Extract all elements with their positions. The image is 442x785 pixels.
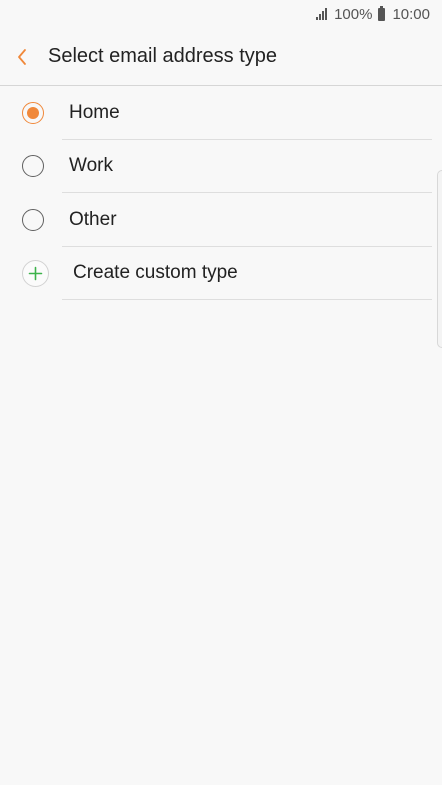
create-custom-type[interactable]: Create custom type [0, 247, 442, 300]
create-custom-label: Create custom type [73, 262, 238, 284]
page-title: Select email address type [48, 45, 278, 67]
chevron-left-icon [18, 48, 26, 65]
type-list: Home Work Other Create custom type [0, 86, 442, 300]
option-work[interactable]: Work [0, 140, 442, 193]
signal-icon [316, 8, 328, 20]
option-other[interactable]: Other [0, 193, 442, 247]
radio-selected-dot [27, 106, 39, 119]
radio-home[interactable] [22, 101, 44, 124]
battery-icon [378, 5, 386, 21]
edge-panel-handle[interactable] [437, 170, 442, 348]
status-time: 10:00 [392, 5, 430, 23]
divider [62, 299, 432, 300]
plus-icon [28, 266, 43, 281]
radio-work[interactable] [22, 155, 44, 178]
status-bar: 100% 10:00 [0, 0, 442, 28]
option-home[interactable]: Home [0, 86, 442, 140]
option-label-work: Work [69, 155, 113, 177]
back-button[interactable] [0, 28, 44, 86]
app-bar: Select email address type [0, 28, 442, 86]
option-label-other: Other [69, 208, 117, 230]
option-label-home: Home [69, 101, 120, 123]
radio-other[interactable] [22, 208, 44, 231]
add-custom-button[interactable] [22, 259, 49, 287]
battery-percent: 100% [334, 5, 373, 23]
